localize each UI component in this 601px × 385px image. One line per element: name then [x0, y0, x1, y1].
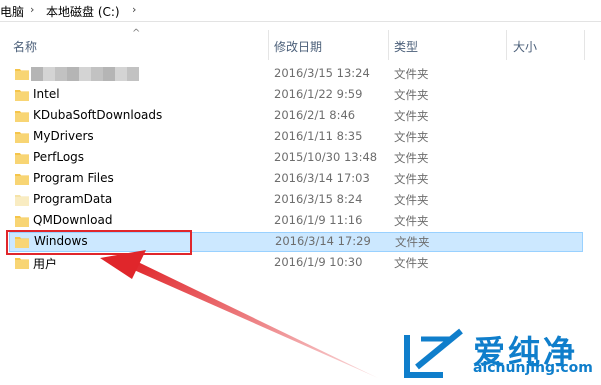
watermark-logo-icon — [404, 328, 463, 378]
watermark-url: aichunjing.com — [473, 360, 593, 376]
